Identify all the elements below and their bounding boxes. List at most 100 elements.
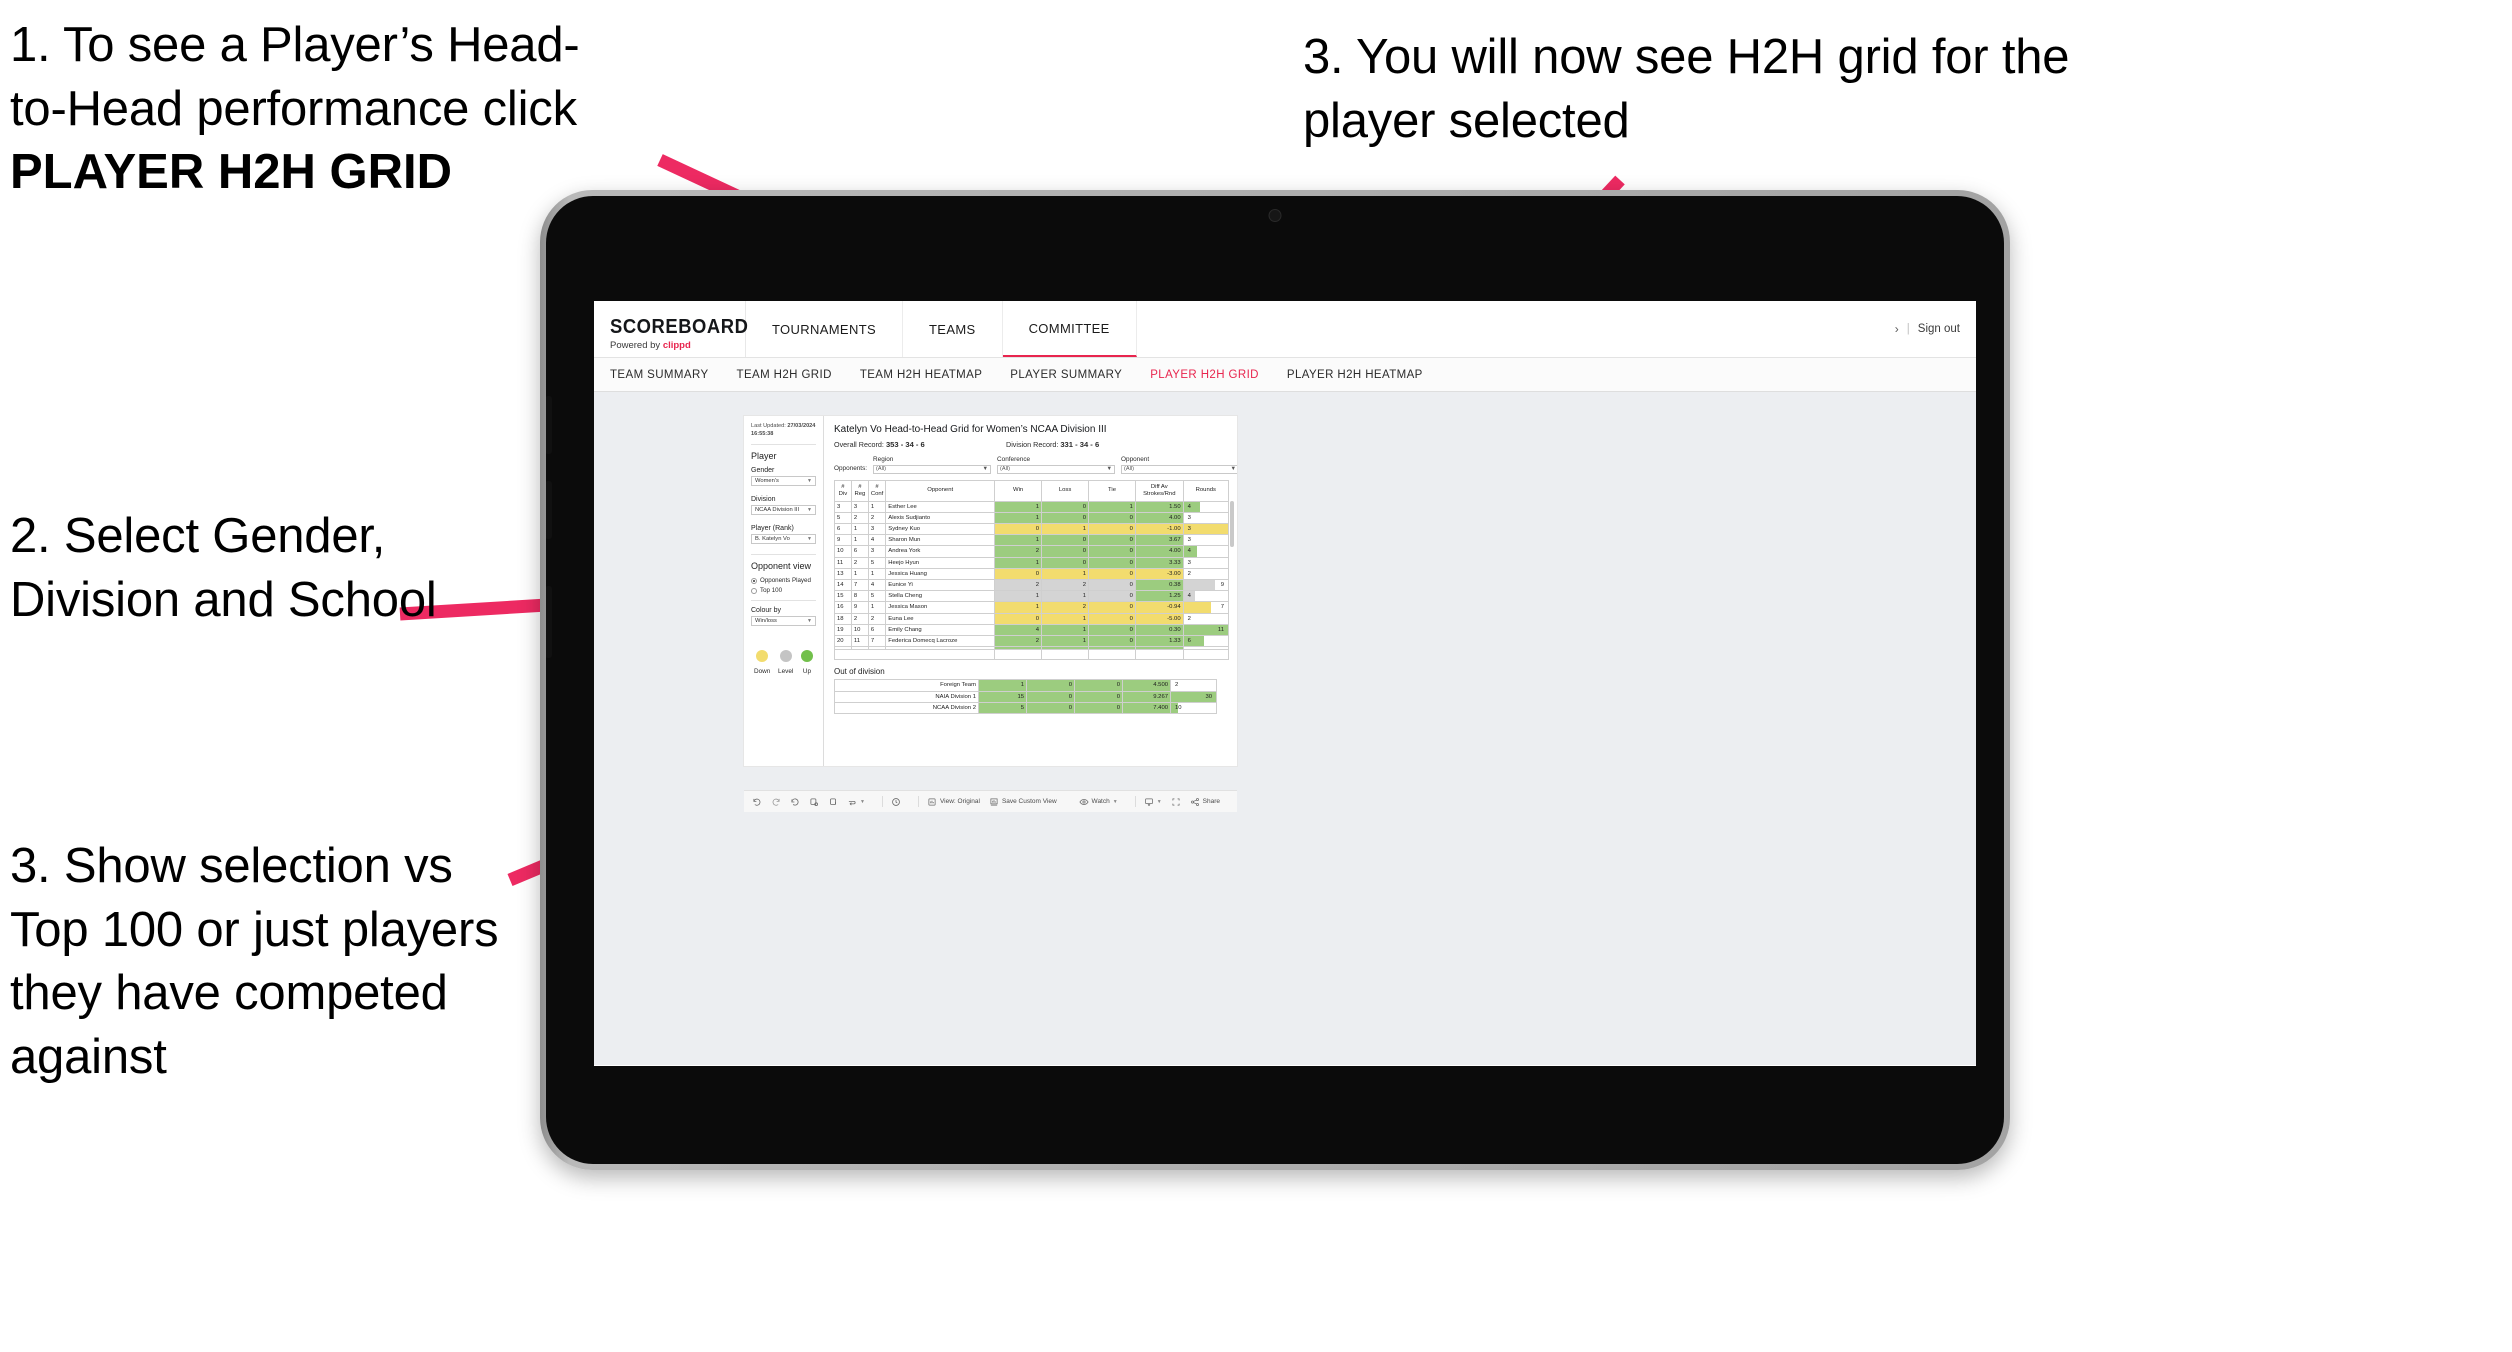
opponent-filter-select[interactable]: (All) ▼ — [1121, 464, 1237, 474]
cell-diff-av: -0.94 — [1134, 601, 1184, 614]
save-custom-view-button[interactable]: Save Custom View — [989, 797, 1057, 807]
nav-item-teams[interactable]: TEAMS — [903, 301, 1003, 357]
cell-blank — [833, 649, 996, 661]
power-button[interactable] — [546, 586, 552, 658]
pause-button[interactable] — [828, 797, 838, 807]
conference-filter-select[interactable]: (All) ▼ — [997, 464, 1116, 474]
viz-title: Katelyn Vo Head-to-Head Grid for Women’s… — [834, 424, 1107, 435]
refresh-button[interactable] — [809, 797, 819, 807]
cell-reg: 2 — [850, 511, 869, 524]
cell-reg: 6 — [850, 545, 869, 558]
out-of-division-row[interactable]: NAIA Division 1 15 0 0 9.267 30 — [834, 690, 1217, 703]
watch-button[interactable]: Watch ▼ — [1079, 797, 1118, 807]
player-rank-select[interactable]: B. Katelyn Vo ▼ — [751, 534, 816, 545]
table-row[interactable]: 6 1 3 Sydney Kuo 0 1 0 -1.00 3 — [834, 522, 1230, 536]
cell-diff-av: 4.00 — [1134, 511, 1184, 524]
front-camera-icon — [1268, 209, 1282, 222]
player-rank-field-label: Player (Rank) — [751, 525, 794, 533]
toolbar-divider-3 — [1134, 796, 1136, 807]
annotation-step-1: 1. To see a Player’s Head- to-Head perfo… — [10, 14, 740, 205]
out-of-division-row[interactable]: NCAA Division 2 5 0 0 7.400 10 — [834, 701, 1217, 714]
cell-rounds: 11 — [1182, 623, 1230, 636]
colour-by-select[interactable]: Win/loss ▼ — [751, 616, 816, 627]
table-row[interactable]: 19 10 6 Emily Chang 4 1 0 0.30 11 — [834, 623, 1230, 636]
cell-tie: 0 — [1088, 578, 1136, 592]
legend-label-up: Up — [802, 668, 812, 676]
sign-out-link[interactable]: Sign out — [1918, 323, 1960, 335]
table-row[interactable]: 9 1 4 Sharon Mun 1 0 0 3.67 3 — [834, 534, 1230, 547]
device-layout-button[interactable]: ▼ — [847, 797, 865, 807]
chevron-right-icon[interactable]: › — [1895, 322, 1899, 336]
table-row[interactable]: 16 9 1 Jessica Mason 1 2 0 -0.94 7 — [834, 601, 1230, 614]
nav-item-committee[interactable]: COMMITTEE — [1002, 301, 1137, 357]
last-updated-date: 27/03/2024 — [787, 423, 816, 429]
undo-button[interactable] — [752, 797, 762, 807]
cell-blank — [1182, 649, 1230, 661]
table-row[interactable]: 11 2 5 Heejo Hyun 1 0 0 3.33 3 — [834, 556, 1230, 569]
table-row[interactable]: 3 3 1 Esther Lee 1 0 1 1.50 4 — [834, 500, 1230, 513]
annotation-step-1-line2: to-Head performance click — [10, 81, 577, 136]
table-row[interactable]: 14 7 4 Eunice Yi 2 2 0 0.38 9 — [834, 578, 1230, 592]
cell-reg: 2 — [850, 556, 869, 569]
division-select[interactable]: NCAA Division III ▼ — [751, 505, 816, 516]
brand-logo[interactable]: SCOREBOARD Powered by clippd — [594, 301, 748, 357]
cell-rounds: 2 — [1182, 567, 1230, 580]
volume-up-button[interactable] — [546, 396, 552, 454]
rounds-value: 2 — [1187, 615, 1191, 622]
table-row[interactable]: 5 2 2 Alexis Sudjianto 1 0 0 4.00 3 — [834, 511, 1230, 524]
out-of-division-row[interactable]: Foreign Team 1 0 0 4.500 2 — [834, 679, 1217, 692]
legend-dot-down-icon — [756, 650, 769, 663]
volume-down-button[interactable] — [546, 481, 552, 539]
cell-diff-av: 1.25 — [1134, 590, 1184, 603]
table-row[interactable]: 15 8 5 Stella Cheng 1 1 0 1.25 4 — [834, 590, 1230, 603]
subnav-item-player-h2h-grid[interactable]: PLAYER H2H GRID — [1150, 369, 1259, 381]
redo-button[interactable] — [771, 797, 781, 807]
cell-blank — [1134, 649, 1184, 661]
subnav-item-player-h2h-heatmap[interactable]: PLAYER H2H HEATMAP — [1287, 369, 1423, 381]
cell-div: 20 — [834, 634, 852, 648]
cell-rounds: 2 — [1182, 612, 1230, 625]
download-button[interactable]: ▼ — [1144, 797, 1162, 807]
table-row[interactable]: 20 11 7 Federica Domecq Lacroze 2 1 0 1.33 6 — [834, 634, 1230, 648]
revert-button[interactable] — [790, 797, 800, 807]
view-original-button[interactable]: View: Original — [927, 797, 980, 807]
cell-tie: 0 — [1088, 534, 1136, 547]
subnav-item-team-h2h-grid[interactable]: TEAM H2H GRID — [737, 369, 832, 381]
pause-auto-update-button[interactable] — [891, 797, 901, 807]
tablet-screen-bezel: SCOREBOARD Powered by clippd TOURNAMENTS… — [546, 196, 2004, 1164]
nav-item-tournaments[interactable]: TOURNAMENTS — [746, 301, 904, 357]
chevron-down-icon: ▼ — [807, 618, 812, 625]
player-panel-title: Player — [751, 451, 777, 462]
browser-viewport: SCOREBOARD Powered by clippd TOURNAMENTS… — [594, 301, 1976, 1066]
out-of-division-title: Out of division — [834, 667, 885, 677]
radio-opponents-played[interactable]: Opponents Played — [751, 577, 816, 584]
table-row[interactable]: 10 6 3 Andrea York 2 0 0 4.00 4 — [834, 545, 1230, 558]
filter-sidebar: Last Updated: 27/03/2024 16:55:38 Player… — [744, 416, 824, 766]
subnav-item-team-h2h-heatmap[interactable]: TEAM H2H HEATMAP — [860, 369, 982, 381]
gender-select[interactable]: Women's ▼ — [751, 476, 816, 487]
radio-top-100[interactable]: Top 100 — [751, 587, 816, 594]
cell-opponent: Heejo Hyun — [885, 556, 996, 569]
cell-diff-av: 1.33 — [1134, 634, 1184, 648]
table-row[interactable]: 13 1 1 Jessica Huang 0 1 0 -3.00 2 — [834, 567, 1230, 580]
redo-icon — [771, 797, 781, 807]
subnav-item-team-summary[interactable]: TEAM SUMMARY — [610, 369, 709, 381]
eye-icon — [1079, 797, 1089, 807]
table-vertical-scrollbar[interactable] — [1230, 500, 1234, 547]
cell-tie: 0 — [1088, 612, 1136, 625]
share-button[interactable]: Share — [1190, 797, 1220, 807]
subnav-item-player-summary[interactable]: PLAYER SUMMARY — [1010, 369, 1122, 381]
table-row[interactable]: 18 2 2 Euna Lee 0 1 0 -5.00 2 — [834, 612, 1230, 625]
cell-conf: 3 — [867, 545, 887, 558]
region-filter-value: (All) — [876, 466, 886, 472]
fullscreen-button[interactable] — [1171, 797, 1181, 807]
cell-win: 2 — [994, 634, 1043, 648]
region-filter-select[interactable]: (All) ▼ — [873, 464, 992, 474]
gender-field-label: Gender — [751, 467, 775, 475]
cell-div: 14 — [834, 578, 852, 592]
cell-opponent: Euna Lee — [885, 612, 996, 625]
cell-group-name: NAIA Division 1 — [834, 690, 979, 703]
cell-win: 0 — [994, 612, 1043, 625]
overall-record-value: 353 - 34 - 6 — [885, 440, 925, 449]
rounds-value: 2 — [1175, 682, 1179, 689]
